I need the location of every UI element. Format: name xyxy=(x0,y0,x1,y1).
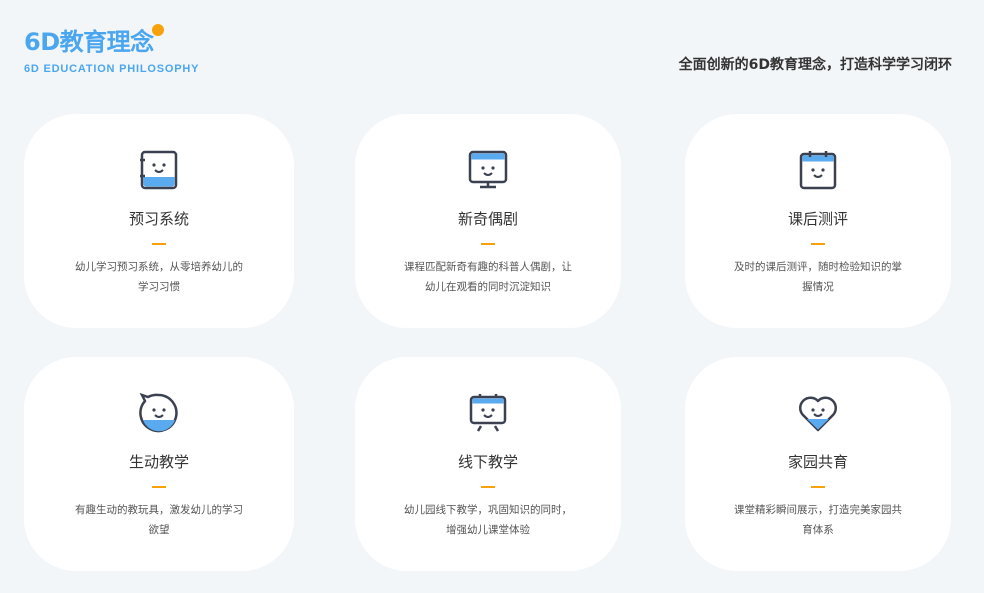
logo: 6D教育理念 6D EDUCATION PHILOSOPHY xyxy=(24,22,199,75)
section-subtitle: 6D EDUCATION PHILOSOPHY xyxy=(24,63,200,75)
card-offline-teaching: 线下教学 幼儿园线下教学，巩固知识的同时，增强幼儿课堂体验 xyxy=(355,357,621,571)
card-description: 幼儿园线下教学，巩固知识的同时，增强幼儿课堂体验 xyxy=(404,504,572,536)
card-title: 课后测评 xyxy=(787,210,848,228)
divider xyxy=(811,243,825,245)
card-title: 家园共育 xyxy=(787,453,848,471)
notebook-icon xyxy=(140,150,178,190)
card-description: 幼儿学习预习系统，从零培养幼儿的学习习惯 xyxy=(75,261,243,293)
card-title: 新奇偶剧 xyxy=(457,210,518,228)
card-title: 预习系统 xyxy=(128,210,189,228)
calendar-icon xyxy=(799,151,837,190)
heart-icon xyxy=(798,396,838,432)
card-title: 生动教学 xyxy=(128,453,189,471)
easel-icon xyxy=(469,394,507,432)
card-puppet-show: 新奇偶剧 课程匹配新奇有趣的科普人偶剧，让幼儿在观看的同时沉淀知识 xyxy=(355,114,621,328)
section-title: 6D教育理念 xyxy=(24,22,164,57)
chat-bubble-icon xyxy=(139,392,178,433)
divider xyxy=(481,486,495,488)
monitor-icon xyxy=(468,150,508,189)
card-description: 及时的课后测评，随时检验知识的掌握情况 xyxy=(734,261,902,293)
divider xyxy=(152,486,166,488)
card-after-class-test: 课后测评 及时的课后测评，随时检验知识的掌握情况 xyxy=(685,114,951,328)
card-home-school: 家园共育 课堂精彩瞬间展示，打造完美家园共育体系 xyxy=(685,357,951,571)
card-description: 课程匹配新奇有趣的科普人偶剧，让幼儿在观看的同时沉淀知识 xyxy=(404,261,572,293)
card-title: 线下教学 xyxy=(457,453,518,471)
divider xyxy=(481,243,495,245)
card-preview-system: 预习系统 幼儿学习预习系统，从零培养幼儿的学习习惯 xyxy=(24,114,294,328)
card-description: 课堂精彩瞬间展示，打造完美家园共育体系 xyxy=(734,504,902,536)
section-title-text: 6D教育理念 xyxy=(24,28,154,56)
card-description: 有趣生动的教玩具，激发幼儿的学习欲望 xyxy=(75,504,243,536)
slogan: 全面创新的6D教育理念，打造科学学习闭环 xyxy=(678,57,952,73)
divider xyxy=(152,243,166,245)
orange-dot xyxy=(151,24,164,36)
divider xyxy=(811,486,825,488)
card-vivid-teaching: 生动教学 有趣生动的教玩具，激发幼儿的学习欲望 xyxy=(24,357,294,571)
